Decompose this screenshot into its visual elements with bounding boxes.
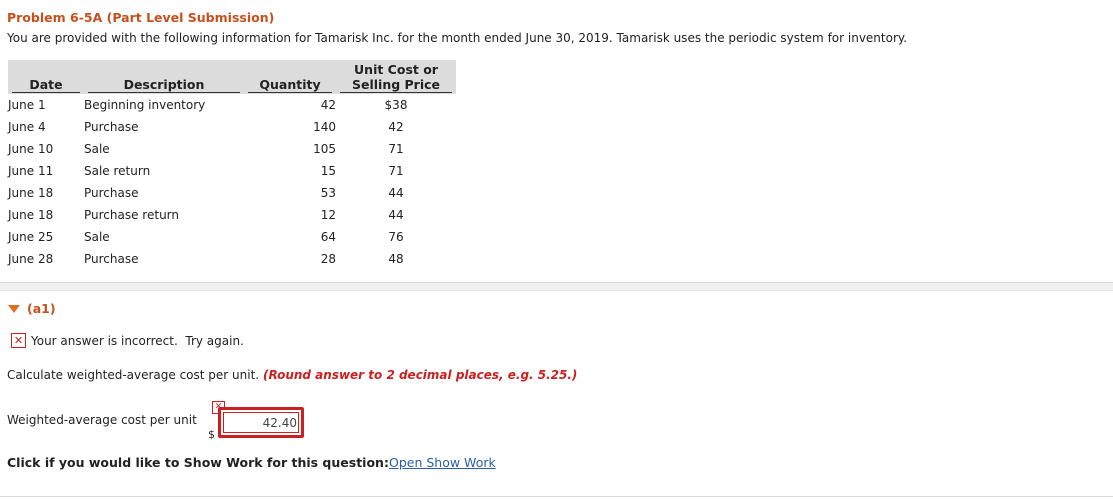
instruction-text: Calculate weighted-average cost per unit… <box>7 368 260 382</box>
cell-description: Purchase <box>84 186 139 200</box>
cell-date: June 28 <box>8 252 54 266</box>
rounding-hint: (Round answer to 2 decimal places, e.g. … <box>262 368 578 382</box>
cell-quantity: 12 <box>320 208 336 222</box>
answer-field-wrapper <box>218 407 304 438</box>
problem-title: Problem 6-5A (Part Level Submission) <box>7 10 275 25</box>
header-date: Date <box>8 60 84 94</box>
cell-description: Sale <box>84 142 110 156</box>
cell-quantity: 53 <box>320 186 336 200</box>
table-row: June 28 Purchase 28 48 <box>8 248 456 270</box>
cell-quantity: 105 <box>313 142 336 156</box>
cell-description: Sale <box>84 230 110 244</box>
error-message: ✕ Your answer is incorrect. Try again. <box>11 333 244 348</box>
cell-description: Purchase return <box>84 208 179 222</box>
table-row: June 11 Sale return 15 71 <box>8 160 456 182</box>
cell-quantity: 64 <box>320 230 336 244</box>
open-show-work-link[interactable]: Open Show Work <box>389 455 496 470</box>
cell-date: June 11 <box>8 164 54 178</box>
part-label: (a1) <box>27 301 56 316</box>
show-work-prompt: Click if you would like to Show Work for… <box>7 455 389 470</box>
table-row: June 25 Sale 64 76 <box>8 226 456 248</box>
cell-description: Beginning inventory <box>84 98 206 112</box>
cell-cost: 76 <box>388 230 404 244</box>
table-row: June 18 Purchase 53 44 <box>8 182 456 204</box>
table-row: June 10 Sale 105 71 <box>8 138 456 160</box>
cell-description: Purchase <box>84 252 139 266</box>
cell-quantity: 28 <box>320 252 336 266</box>
cell-date: June 10 <box>8 142 54 156</box>
section-divider <box>0 282 1113 291</box>
question-instruction: Calculate weighted-average cost per unit… <box>7 368 577 382</box>
cell-quantity: 42 <box>320 98 336 112</box>
cell-cost: $38 <box>384 98 408 112</box>
part-toggle[interactable]: (a1) <box>8 301 56 316</box>
cell-cost: 44 <box>388 208 404 222</box>
cell-cost: 71 <box>388 164 404 178</box>
bottom-divider <box>0 496 1113 497</box>
cell-date: June 18 <box>8 186 54 200</box>
header-unit-cost: Unit Cost or Selling Price <box>336 60 456 94</box>
cell-cost: 42 <box>388 120 404 134</box>
inventory-table: Date Description Quantity Unit Cost or Se… <box>8 60 456 270</box>
header-quantity: Quantity <box>244 60 336 94</box>
table-row: June 1 Beginning inventory 42 $38 <box>8 94 456 116</box>
cell-cost: 44 <box>388 186 404 200</box>
weighted-average-cost-input[interactable] <box>221 412 300 433</box>
cell-date: June 1 <box>8 98 46 112</box>
table-row: June 18 Purchase return 12 44 <box>8 204 456 226</box>
cell-date: June 25 <box>8 230 54 244</box>
error-text: Your answer is incorrect. Try again. <box>31 333 244 348</box>
problem-intro: You are provided with the following info… <box>7 31 908 45</box>
cell-quantity: 15 <box>320 164 336 178</box>
collapse-triangle-icon[interactable] <box>8 304 20 313</box>
table-body: June 1 Beginning inventory 42 $38 June 4… <box>8 94 456 270</box>
currency-symbol: $ <box>208 428 215 441</box>
answer-label: Weighted-average cost per unit <box>7 413 197 427</box>
table-row: June 4 Purchase 140 42 <box>8 116 456 138</box>
incorrect-x-icon: ✕ <box>11 333 26 348</box>
cell-date: June 4 <box>8 120 46 134</box>
cell-cost: 48 <box>388 252 404 266</box>
cell-cost: 71 <box>388 142 404 156</box>
header-description: Description <box>84 60 244 94</box>
cell-description: Purchase <box>84 120 139 134</box>
table-header: Date Description Quantity Unit Cost or Se… <box>8 60 456 94</box>
cell-description: Sale return <box>84 164 151 178</box>
cell-quantity: 140 <box>313 120 336 134</box>
cell-date: June 18 <box>8 208 54 222</box>
